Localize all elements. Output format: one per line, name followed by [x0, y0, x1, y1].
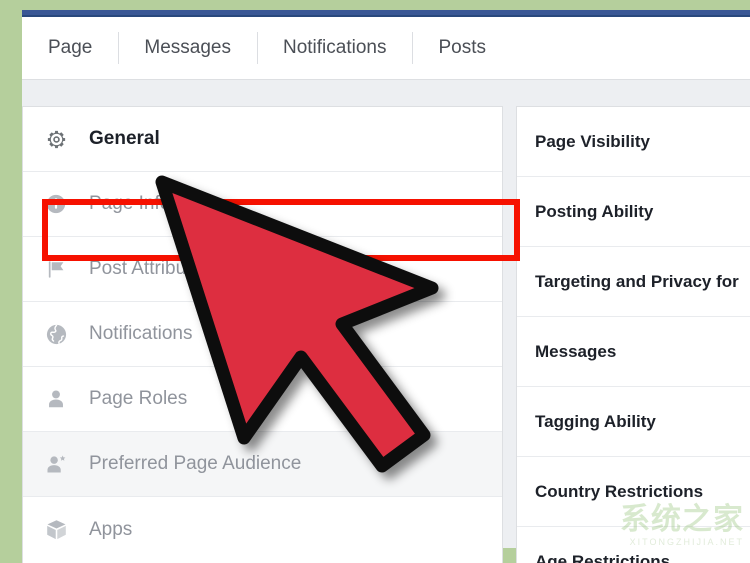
- sidebar-item-label: Post Attribution: [89, 258, 217, 279]
- sidebar-item-label: Notifications: [89, 323, 193, 344]
- setting-row-page-visibility[interactable]: Page Visibility: [517, 107, 750, 177]
- tab-notifications[interactable]: Notifications: [256, 28, 413, 68]
- sidebar-item-label: Apps: [89, 518, 133, 540]
- tab-page[interactable]: Page: [22, 28, 118, 68]
- sidebar-item-label: Preferred Page Audience: [89, 453, 302, 474]
- sidebar-item-label: Page Info: [89, 193, 171, 214]
- globe-icon: [44, 322, 68, 346]
- sidebar-item-general[interactable]: General: [23, 107, 502, 172]
- setting-label: Messages: [535, 341, 617, 361]
- setting-row-messages[interactable]: Messages: [517, 317, 750, 387]
- sidebar-item-post-attribution[interactable]: Post Attribution: [23, 237, 502, 302]
- setting-row-tagging-ability[interactable]: Tagging Ability: [517, 387, 750, 457]
- setting-row-posting-ability[interactable]: Posting Ability: [517, 177, 750, 247]
- flag-icon: [44, 257, 68, 281]
- info-icon: [44, 192, 68, 216]
- setting-row-targeting-and-privacy[interactable]: Targeting and Privacy for: [517, 247, 750, 317]
- setting-label: Tagging Ability: [535, 411, 656, 431]
- general-settings-panel: Page Visibility Posting Ability Targetin…: [516, 106, 750, 563]
- gear-icon: [44, 127, 68, 151]
- screenshot-root: Page Messages Notifications Posts Genera…: [0, 0, 750, 563]
- setting-label: Age Restrictions: [535, 551, 671, 563]
- sidebar-item-apps[interactable]: Apps: [23, 497, 502, 562]
- sidebar-item-notifications[interactable]: Notifications: [23, 302, 502, 367]
- person-star-icon: [44, 452, 68, 476]
- sidebar-item-page-info[interactable]: Page Info: [23, 172, 502, 237]
- tab-messages[interactable]: Messages: [118, 28, 257, 68]
- page-tabbar: Page Messages Notifications Posts: [22, 17, 750, 80]
- setting-row-age-restrictions[interactable]: Age Restrictions: [517, 527, 750, 563]
- sidebar-item-label: Page Roles: [89, 388, 188, 409]
- page-content-area: Page Messages Notifications Posts Genera…: [22, 17, 750, 563]
- setting-row-country-restrictions[interactable]: Country Restrictions: [517, 457, 750, 527]
- tab-posts[interactable]: Posts: [412, 28, 512, 68]
- sidebar-item-page-roles[interactable]: Page Roles: [23, 367, 502, 432]
- setting-label: Page Visibility: [535, 131, 650, 151]
- setting-label: Posting Ability: [535, 201, 654, 221]
- sidebar-item-preferred-page-audience[interactable]: Preferred Page Audience: [23, 432, 502, 497]
- setting-label: Targeting and Privacy for: [535, 271, 739, 291]
- sidebar-item-label: General: [89, 128, 160, 149]
- setting-label: Country Restrictions: [535, 481, 704, 501]
- box-icon: [44, 518, 68, 542]
- settings-panels: General Page Info Post Attribution Notif…: [22, 89, 750, 563]
- person-icon: [44, 387, 68, 411]
- settings-nav-panel: General Page Info Post Attribution Notif…: [22, 106, 503, 563]
